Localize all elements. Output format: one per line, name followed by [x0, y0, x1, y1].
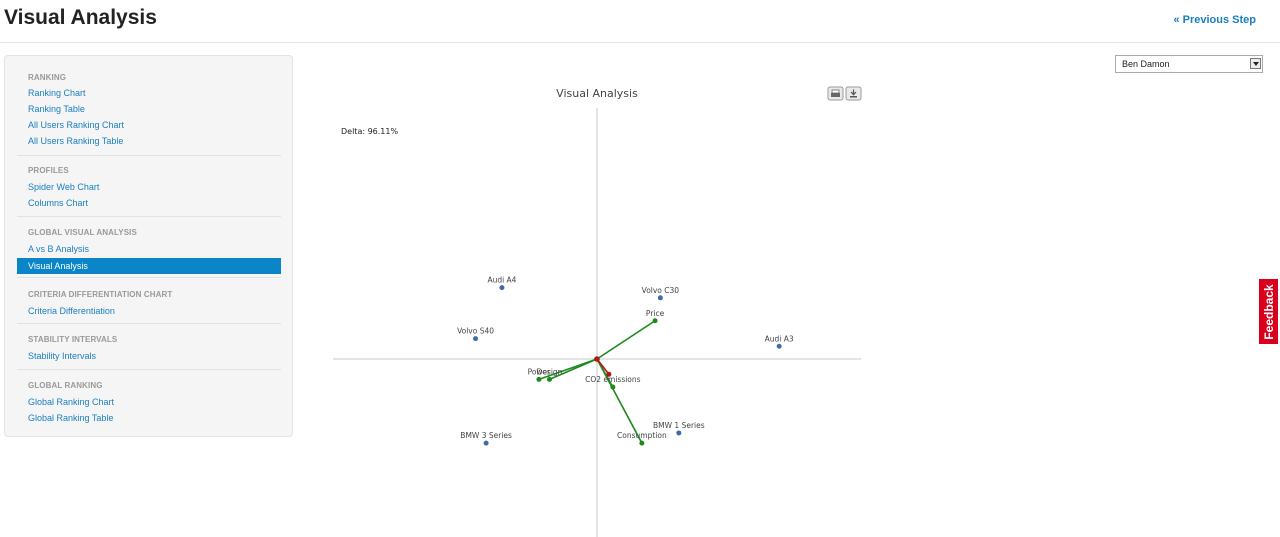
alternative-label-bmw-3-series: BMW 3 Series: [460, 431, 512, 440]
decision-axis-point[interactable]: [606, 371, 612, 377]
criterion-point-consumption[interactable]: [639, 440, 645, 446]
visual-analysis-chart: Visual Analysis Delta: 96.11% PricePower…: [333, 86, 862, 537]
alternative-label-volvo-c30: Volvo C30: [642, 286, 680, 295]
criterion-label-design: Design: [537, 367, 563, 376]
criterion-point-price[interactable]: [652, 318, 658, 324]
delta-label: Delta: 96.11%: [341, 127, 398, 136]
criterion-point-power[interactable]: [536, 376, 542, 382]
alternative-point-bmw-1-series[interactable]: [676, 430, 682, 436]
alternative-label-audi-a4: Audi A4: [487, 276, 516, 285]
alternative-point-bmw-3-series[interactable]: [483, 440, 489, 446]
alternative-point-volvo-s40[interactable]: [473, 336, 479, 342]
print-icon: [831, 89, 840, 97]
criterion-label-consumption: Consumption: [617, 431, 667, 440]
alternative-point-volvo-c30[interactable]: [657, 295, 663, 301]
export-button[interactable]: [845, 86, 862, 101]
criterion-point-co2-emissions[interactable]: [610, 384, 616, 390]
alternative-label-bmw-1-series: BMW 1 Series: [653, 421, 705, 430]
criterion-point-design[interactable]: [546, 376, 552, 382]
criterion-label-co2-emissions: CO2 emissions: [585, 375, 641, 384]
decision-axis-vector: [596, 358, 610, 375]
print-button[interactable]: [827, 86, 844, 101]
alternative-point-audi-a4[interactable]: [499, 285, 505, 291]
origin-point: [594, 356, 600, 362]
feedback-label: Feedback: [1261, 283, 1276, 340]
criterion-vector-price: [596, 320, 656, 360]
alternative-point-audi-a3[interactable]: [776, 343, 782, 349]
alternative-label-volvo-s40: Volvo S40: [457, 327, 494, 336]
criterion-label-price: Price: [646, 309, 665, 318]
feedback-tab[interactable]: Feedback: [1259, 279, 1278, 344]
alternative-label-audi-a3: Audi A3: [765, 334, 794, 343]
chart-marks: PricePowerDesignCO2 emissionsConsumption…: [457, 276, 794, 446]
chart-title: Visual Analysis: [556, 87, 638, 100]
